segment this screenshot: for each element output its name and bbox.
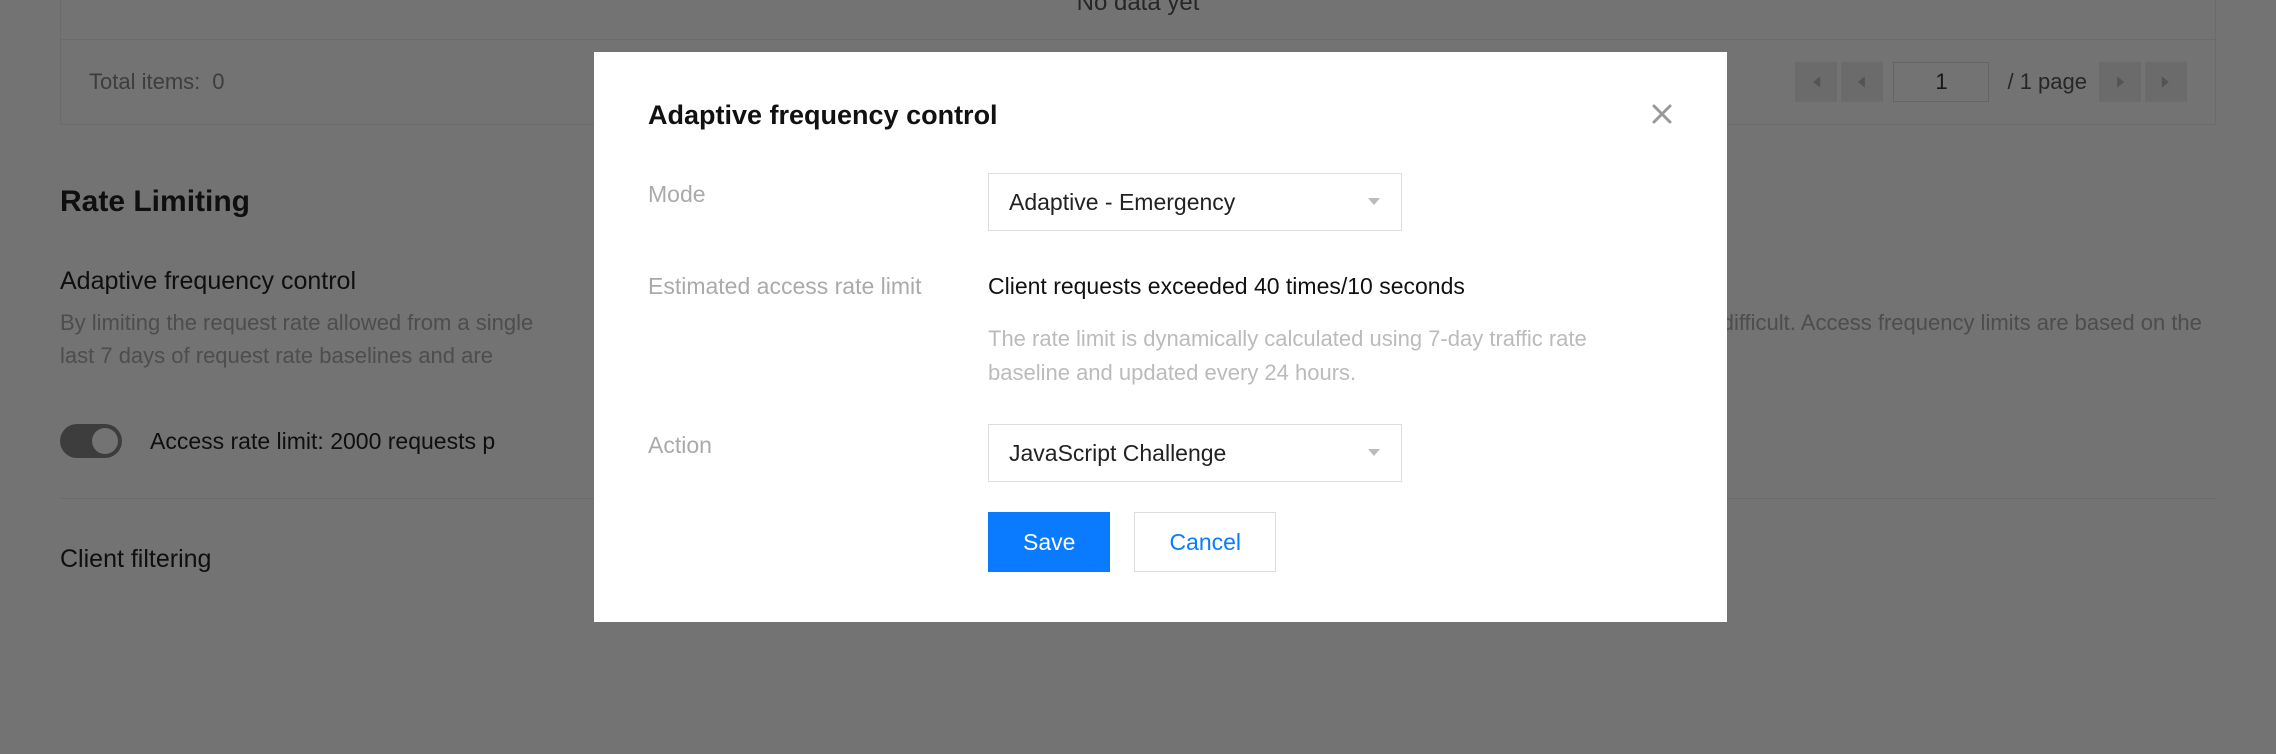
- mode-select[interactable]: Adaptive - Emergency: [988, 173, 1402, 231]
- save-button[interactable]: Save: [988, 512, 1110, 572]
- mode-select-value: Adaptive - Emergency: [1009, 189, 1235, 216]
- close-button[interactable]: [1651, 103, 1673, 129]
- rate-limit-label: Estimated access rate limit: [648, 265, 988, 300]
- chevron-down-icon: [1367, 194, 1381, 210]
- close-icon: [1651, 103, 1673, 125]
- mode-label: Mode: [648, 173, 988, 208]
- afc-modal: Adaptive frequency control Mode Adaptive…: [594, 52, 1727, 622]
- action-label: Action: [648, 424, 988, 459]
- action-select-value: JavaScript Challenge: [1009, 440, 1226, 467]
- cancel-button[interactable]: Cancel: [1134, 512, 1276, 572]
- chevron-down-icon: [1367, 445, 1381, 461]
- modal-title: Adaptive frequency control: [648, 100, 998, 131]
- rate-limit-value: Client requests exceeded 40 times/10 sec…: [988, 265, 1673, 300]
- action-select[interactable]: JavaScript Challenge: [988, 424, 1402, 482]
- rate-limit-help: The rate limit is dynamically calculated…: [988, 322, 1618, 390]
